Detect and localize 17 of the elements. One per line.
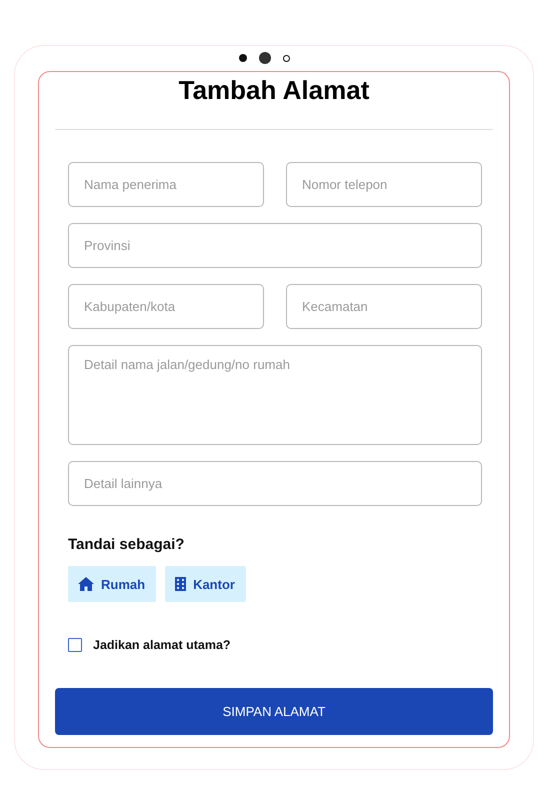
input-field[interactable]: Nama penerima — [68, 162, 264, 207]
address-textarea[interactable]: Detail nama jalan/gedung/no rumah — [68, 345, 482, 445]
input-field[interactable]: Detail lainnya — [68, 461, 482, 506]
checkbox[interactable] — [68, 638, 82, 652]
save-address-button[interactable]: SIMPAN ALAMAT — [55, 688, 493, 735]
section-label: Tandai sebagai? — [68, 536, 186, 553]
checkbox-label: Jadikan alamat utama? — [93, 638, 231, 652]
tag-button[interactable]: Rumah — [68, 566, 156, 602]
house-icon — [78, 577, 94, 591]
input-field[interactable]: Provinsi — [68, 223, 482, 268]
input-field[interactable]: Nomor telepon — [286, 162, 482, 207]
camera-drawing — [238, 52, 290, 64]
page-title: Tambah Alamat — [178, 75, 370, 106]
input-field[interactable]: Kecamatan — [286, 284, 482, 329]
tag-button[interactable]: Kantor — [165, 566, 246, 602]
input-field[interactable]: Kabupaten/kota — [68, 284, 264, 329]
building-icon — [175, 577, 186, 591]
